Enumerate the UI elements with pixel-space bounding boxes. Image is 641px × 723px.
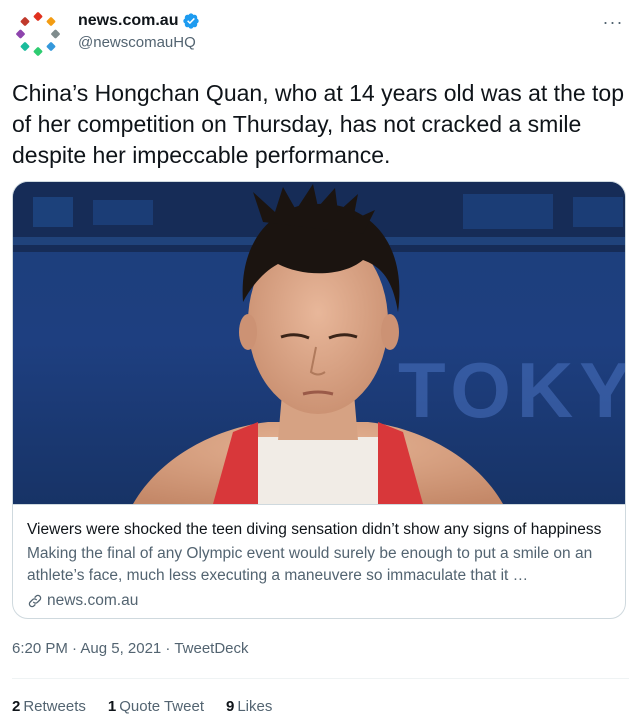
display-name[interactable]: news.com.au (78, 12, 178, 30)
more-options-icon[interactable]: ··· (601, 10, 625, 34)
user-handle[interactable]: @newscomauHQ (78, 34, 200, 51)
retweets-stat[interactable]: 2 Retweets (12, 698, 86, 715)
likes-count: 9 (226, 698, 235, 715)
tweet-stats: 2 Retweets 1 Quote Tweet 9 Likes (12, 698, 272, 715)
card-domain-text: news.com.au (47, 592, 139, 609)
likes-stat[interactable]: 9 Likes (226, 698, 272, 715)
divider (12, 678, 629, 679)
card-title[interactable]: Viewers were shocked the teen diving sen… (27, 519, 613, 540)
quotes-stat[interactable]: 1 Quote Tweet (108, 698, 204, 715)
diver-photo: TOKY (13, 182, 626, 504)
verified-badge-icon (183, 13, 200, 29)
venue-sign-text: TOKY (398, 346, 626, 434)
link-icon (28, 594, 42, 607)
tweet-timestamp[interactable]: 6:20 PM · Aug 5, 2021 · TweetDeck (12, 640, 249, 657)
author-block: news.com.au @newscomauHQ (78, 12, 200, 51)
quotes-count: 1 (107, 698, 117, 715)
avatar[interactable] (12, 8, 64, 60)
card-description: Making the final of any Olympic event wo… (27, 545, 593, 584)
quotes-label: Quote Tweet (119, 698, 204, 715)
likes-label: Likes (237, 698, 273, 715)
retweets-label: Retweets (23, 698, 86, 715)
card-image: TOKY (13, 182, 626, 504)
tweet-text: China’s Hongchan Quan, who at 14 years o… (12, 80, 625, 168)
tweet-header: news.com.au @newscomauHQ ··· (12, 8, 629, 64)
news-logo-icon (13, 9, 63, 59)
retweets-count: 2 (12, 698, 21, 715)
card-body: Viewers were shocked the teen diving sen… (13, 504, 625, 611)
link-card[interactable]: TOKY Viewers were shocked the teen divin… (12, 181, 626, 619)
card-domain: news.com.au (27, 590, 613, 611)
